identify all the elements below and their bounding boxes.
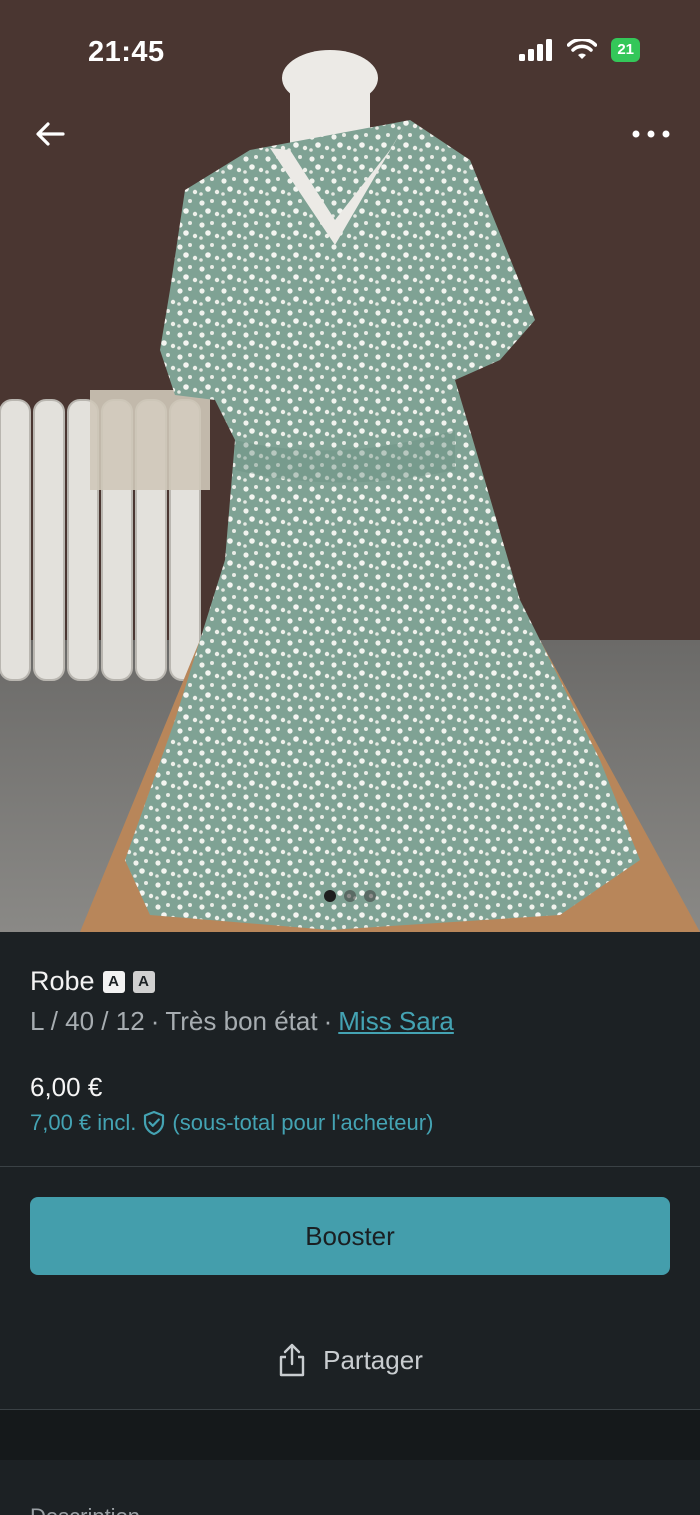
buyer-price[interactable]: 7,00 € incl. (sous-total pour l'acheteur… [30,1110,433,1136]
status-icons: 21 [519,38,640,62]
share-button[interactable]: Partager [0,1332,700,1388]
boost-button[interactable]: Booster [30,1197,670,1275]
gallery-dot[interactable] [364,890,376,902]
seller-link[interactable]: Miss Sara [338,1006,454,1036]
item-condition: Très bon état [165,1006,318,1036]
auto-translate-icon[interactable]: A [102,970,125,993]
gallery-dot[interactable] [324,890,336,902]
back-arrow-icon [36,122,65,146]
more-icon [632,130,670,138]
item-photo[interactable]: 21:45 21 [0,0,700,932]
share-icon [279,1343,305,1377]
more-options-button[interactable] [626,112,676,156]
description-heading: Description [30,1504,140,1515]
back-button[interactable] [28,112,72,156]
item-price: 6,00 € [30,1072,103,1102]
translate-icon[interactable]: A [132,970,155,993]
status-bar: 21:45 21 [0,0,700,100]
item-title: Robe [30,966,95,996]
buyer-price-value: 7,00 € incl. [30,1110,137,1135]
title-row: Robe A A [30,966,155,997]
gallery-pagination [0,890,700,902]
gallery-dot[interactable] [344,890,356,902]
battery-icon: 21 [611,38,640,62]
item-size: L / 40 / 12 [30,1006,145,1036]
wifi-icon [567,39,598,59]
signal-icon [519,39,553,61]
status-time: 21:45 [88,36,165,68]
shield-check-icon [144,1110,165,1136]
section-gap [0,1410,700,1460]
divider [0,1166,700,1167]
buyer-price-note: (sous-total pour l'acheteur) [172,1110,434,1135]
dress-photo-illustration [0,0,700,932]
item-meta: L / 40 / 12 · Très bon état · Miss Sara [30,1006,454,1036]
share-label: Partager [323,1344,423,1375]
